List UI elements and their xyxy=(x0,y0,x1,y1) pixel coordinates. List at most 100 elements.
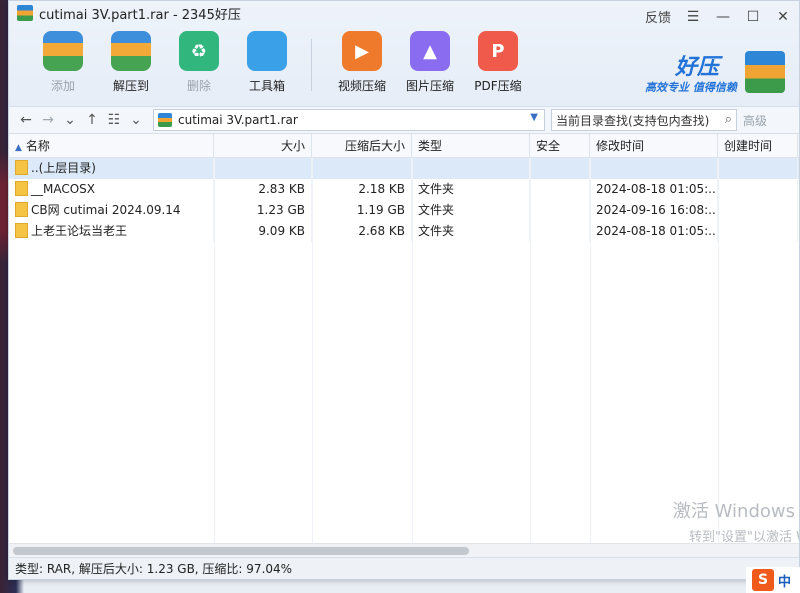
add-archive-icon xyxy=(43,31,83,71)
folder-icon xyxy=(15,223,28,238)
brand-logo: 好压 高效专业 值得信赖 xyxy=(645,49,785,95)
row-type: 文件夹 xyxy=(412,179,530,200)
table-row[interactable]: 上老王论坛当老王 9.09 KB 2.68 KB 文件夹 2024-08-18 … xyxy=(9,221,799,242)
pdf-compress-button[interactable]: P PDF压缩 xyxy=(464,31,532,94)
table-header: ▲ 名称 大小 压缩后大小 类型 安全 修改时间 创建时间 xyxy=(9,134,799,158)
scrollbar-thumb[interactable] xyxy=(13,547,469,555)
archive-path-icon xyxy=(158,113,172,127)
path-text: cutimai 3V.part1.rar xyxy=(178,113,298,127)
row-compressed-size: 1.19 GB xyxy=(312,200,412,221)
pdf-compress-icon: P xyxy=(478,31,518,71)
column-header-created[interactable]: 创建时间 xyxy=(718,134,798,157)
row-modified: 2024-09-16 16:08:... xyxy=(590,200,718,221)
maximize-icon[interactable]: ☐ xyxy=(745,9,761,25)
column-header-name[interactable]: ▲ 名称 xyxy=(9,134,214,157)
video-compress-button[interactable]: ▶ 视频压缩 xyxy=(328,31,396,94)
column-divider xyxy=(412,158,413,543)
row-type: 文件夹 xyxy=(412,200,530,221)
brand-slogan: 高效专业 值得信赖 xyxy=(645,81,737,94)
column-header-modified[interactable]: 修改时间 xyxy=(590,134,718,157)
extract-button[interactable]: 解压到 xyxy=(97,31,165,94)
close-icon[interactable]: ✕ xyxy=(775,9,791,25)
row-modified: 2024-08-18 01:05:... xyxy=(590,221,718,242)
toolbar-divider xyxy=(311,39,312,91)
row-created xyxy=(718,221,798,242)
folder-icon xyxy=(15,202,28,217)
window-controls: 反馈 ☰ — ☐ ✕ xyxy=(645,7,791,27)
file-list: ▲ 名称 大小 压缩后大小 类型 安全 修改时间 创建时间 ..(上层目录) __… xyxy=(9,134,799,557)
recycle-delete-icon: ♻ xyxy=(179,31,219,71)
up-arrow-icon[interactable]: ↑ xyxy=(81,112,103,128)
search-icon[interactable]: ⌕ xyxy=(725,112,732,127)
path-field[interactable]: cutimai 3V.part1.rar ▼ xyxy=(153,109,545,131)
column-divider xyxy=(718,158,719,543)
view-mode-icon[interactable]: ☷ xyxy=(103,112,125,128)
sogou-s-icon: S xyxy=(752,569,774,591)
table-row[interactable]: ..(上层目录) xyxy=(9,158,799,179)
address-bar: ← → ⌄ ↑ ☷ ⌄ cutimai 3V.part1.rar ▼ 当前目录查… xyxy=(9,106,799,134)
toolbar: 添加 解压到 ♻ 删除 工具箱 ▶ 视频压缩 ▲ 图片压缩 P PDF压缩 xyxy=(29,31,532,94)
horizontal-scrollbar[interactable] xyxy=(9,543,799,557)
row-created xyxy=(718,158,798,179)
row-name: ..(上层目录) xyxy=(31,161,96,175)
activation-watermark-title: 激活 Windows xyxy=(672,501,795,522)
column-header-size[interactable]: 大小 xyxy=(214,134,312,157)
delete-button[interactable]: ♻ 删除 xyxy=(165,31,233,94)
advanced-search-link[interactable]: 高级 xyxy=(743,112,767,129)
row-size: 9.09 KB xyxy=(214,221,312,242)
delete-label: 删除 xyxy=(186,79,211,93)
column-divider xyxy=(312,158,313,543)
row-size: 2.83 KB xyxy=(214,179,312,200)
add-label: 添加 xyxy=(50,79,75,93)
minimize-icon[interactable]: — xyxy=(715,9,731,25)
toolbox-icon xyxy=(247,31,287,71)
hamburger-icon[interactable]: ☰ xyxy=(685,9,701,25)
status-bar: 类型: RAR, 解压后大小: 1.23 GB, 压缩比: 97.04% xyxy=(9,557,799,579)
row-name: CB网 cutimai 2024.09.14 xyxy=(31,203,181,217)
folder-icon xyxy=(15,160,28,175)
row-name: __MACOSX xyxy=(31,182,96,196)
view-chevron-icon[interactable]: ⌄ xyxy=(125,112,147,128)
video-compress-icon: ▶ xyxy=(342,31,382,71)
row-security xyxy=(530,179,590,200)
row-compressed-size xyxy=(312,158,412,179)
row-compressed-size: 2.18 KB xyxy=(312,179,412,200)
row-security xyxy=(530,158,590,179)
ime-mode-label: 中 xyxy=(778,574,792,590)
column-header-type[interactable]: 类型 xyxy=(412,134,530,157)
row-created xyxy=(718,200,798,221)
extract-label: 解压到 xyxy=(112,79,149,93)
row-security xyxy=(530,200,590,221)
column-header-security[interactable]: 安全 xyxy=(530,134,590,157)
row-name: 上老王论坛当老王 xyxy=(31,224,128,238)
search-placeholder: 当前目录查找(支持包内查找) xyxy=(556,113,710,128)
video-compress-label: 视频压缩 xyxy=(337,79,386,93)
ime-indicator[interactable]: S 中 xyxy=(746,567,800,593)
window-title: cutimai 3V.part1.rar - 2345好压 xyxy=(39,7,241,23)
brand-archive-icon xyxy=(745,51,785,93)
extract-icon xyxy=(111,31,151,71)
feedback-button[interactable]: 反馈 xyxy=(645,7,671,26)
row-size: 1.23 GB xyxy=(214,200,312,221)
image-compress-button[interactable]: ▲ 图片压缩 xyxy=(396,31,464,94)
image-compress-icon: ▲ xyxy=(410,31,450,71)
add-button[interactable]: 添加 xyxy=(29,31,97,94)
history-chevron-icon[interactable]: ⌄ xyxy=(59,112,81,128)
row-modified: 2024-08-18 01:05:... xyxy=(590,179,718,200)
row-created xyxy=(718,179,798,200)
table-row[interactable]: __MACOSX 2.83 KB 2.18 KB 文件夹 2024-08-18 … xyxy=(9,179,799,200)
archive-icon xyxy=(17,5,33,21)
path-dropdown-icon[interactable]: ▼ xyxy=(530,112,538,123)
sort-asc-icon: ▲ xyxy=(15,143,22,153)
column-header-compressed-size[interactable]: 压缩后大小 xyxy=(312,134,412,157)
row-security xyxy=(530,221,590,242)
forward-arrow-icon[interactable]: → xyxy=(37,112,59,128)
toolbox-button[interactable]: 工具箱 xyxy=(233,31,301,94)
row-type xyxy=(412,158,530,179)
folder-icon xyxy=(15,181,28,196)
back-arrow-icon[interactable]: ← xyxy=(15,112,37,128)
search-input[interactable]: 当前目录查找(支持包内查找) ⌕ xyxy=(551,109,737,131)
table-row[interactable]: CB网 cutimai 2024.09.14 1.23 GB 1.19 GB 文… xyxy=(9,200,799,221)
image-compress-label: 图片压缩 xyxy=(405,79,454,93)
row-modified xyxy=(590,158,718,179)
